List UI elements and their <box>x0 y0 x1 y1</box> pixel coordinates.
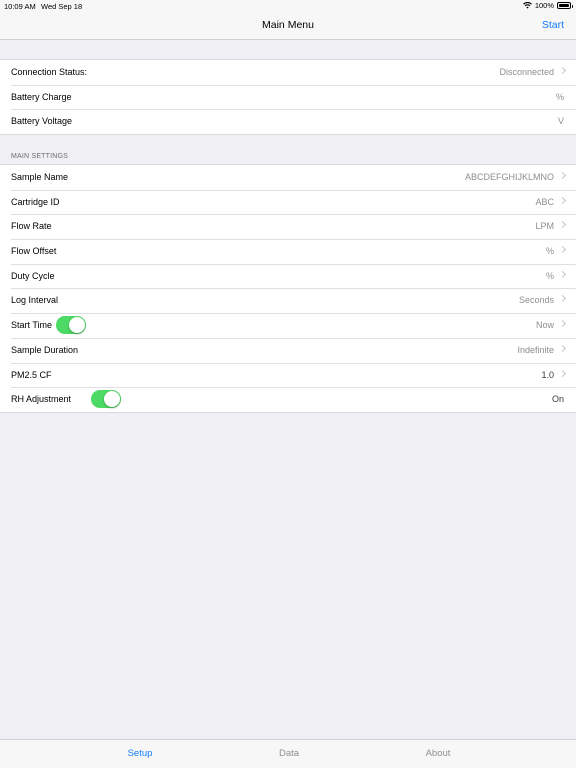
battery-charge-row: Battery Charge % <box>0 84 576 110</box>
chevron-right-icon <box>558 66 567 75</box>
row-label: RH Adjustment <box>11 394 72 405</box>
chevron-right-icon <box>558 295 567 303</box>
row-value: V <box>557 116 564 127</box>
section-header: MAIN SETTINGS <box>11 153 69 160</box>
cartridge-id-row[interactable]: Cartridge ID ABC <box>0 189 576 215</box>
row-label: Battery Charge <box>11 91 72 102</box>
start-time-row[interactable]: Start Time Now <box>0 313 576 338</box>
status-group: Connection Status: Disconnected Battery … <box>0 59 576 136</box>
row-value: Indefinite <box>517 344 554 355</box>
chevron-right-icon <box>558 270 567 278</box>
row-value: 1.0 <box>541 369 554 380</box>
row-value: On <box>551 394 564 405</box>
status-right: 100% <box>522 1 573 10</box>
duty-cycle-row[interactable]: Duty Cycle % <box>0 263 576 289</box>
row-value: ABCDEFGHIJKLMNO <box>464 172 554 182</box>
row-value: Seconds <box>518 295 554 306</box>
row-label: Start Time <box>11 320 53 331</box>
row-label: Log Interval <box>11 295 59 306</box>
tab-bar: Setup Data About <box>0 739 576 768</box>
tab-data[interactable]: Data <box>239 748 339 759</box>
chevron-right-icon <box>558 196 567 204</box>
row-value: % <box>545 246 554 257</box>
settings-group: Sample Name ABCDEFGHIJKLMNO Cartridge ID… <box>0 164 576 413</box>
row-value: ABC <box>535 196 554 207</box>
row-label: PM2.5 CF <box>11 369 52 380</box>
row-label: Flow Offset <box>11 246 57 257</box>
chevron-right-icon <box>558 221 567 229</box>
row-label: Sample Duration <box>11 344 79 355</box>
start-time-toggle[interactable] <box>56 316 86 335</box>
flow-offset-row[interactable]: Flow Offset % <box>0 239 576 264</box>
navigation-bar: Main Menu Start <box>0 12 576 40</box>
pm25-cf-row[interactable]: PM2.5 CF 1.0 <box>0 362 576 388</box>
chevron-right-icon <box>558 344 567 352</box>
row-label: Flow Rate <box>11 221 52 232</box>
row-label: Sample Name <box>11 172 69 182</box>
toggle-knob <box>104 391 120 408</box>
flow-rate-row[interactable]: Flow Rate LPM <box>0 214 576 239</box>
row-label: Cartridge ID <box>11 196 60 207</box>
battery-percent: 100% <box>534 1 554 10</box>
chevron-right-icon <box>558 246 567 254</box>
chevron-right-icon <box>558 320 567 328</box>
rh-adjustment-toggle[interactable] <box>91 390 121 409</box>
row-label: Battery Voltage <box>11 116 73 127</box>
row-value: % <box>555 91 564 102</box>
tab-setup[interactable]: Setup <box>90 748 190 759</box>
row-label: Duty Cycle <box>11 270 55 281</box>
wifi-icon <box>522 2 532 9</box>
row-value: LPM <box>535 221 554 232</box>
row-value: % <box>545 270 554 281</box>
status-time: 10:09 AM <box>4 2 36 11</box>
tab-about[interactable]: About <box>388 748 488 759</box>
toggle-knob <box>69 317 85 334</box>
page-title: Main Menu <box>262 19 314 31</box>
chevron-right-icon <box>558 369 567 377</box>
sample-duration-row[interactable]: Sample Duration Indefinite <box>0 337 576 363</box>
status-date: Wed Sep 18 <box>41 2 83 11</box>
row-label: Connection Status: <box>11 67 88 77</box>
connection-status-row[interactable]: Connection Status: Disconnected <box>0 60 576 85</box>
start-button[interactable]: Start <box>542 19 564 31</box>
status-bar: 10:09 AM Wed Sep 18 100% <box>0 0 576 12</box>
sample-name-row[interactable]: Sample Name ABCDEFGHIJKLMNO <box>0 165 576 190</box>
rh-adjustment-row: RH Adjustment On <box>0 387 576 412</box>
row-value: Now <box>535 320 554 331</box>
battery-icon <box>557 2 573 9</box>
row-value: Disconnected <box>499 67 554 77</box>
chevron-right-icon <box>558 171 567 180</box>
battery-voltage-row: Battery Voltage V <box>0 109 576 134</box>
log-interval-row[interactable]: Log Interval Seconds <box>0 288 576 313</box>
